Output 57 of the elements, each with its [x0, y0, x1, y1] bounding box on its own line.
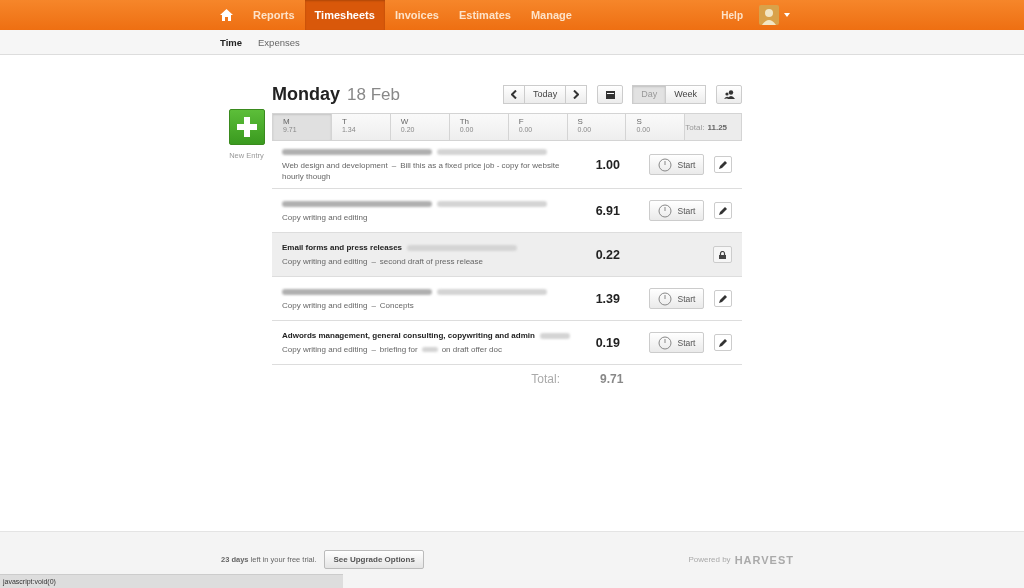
start-timer-button[interactable]: Start	[649, 200, 704, 222]
today-button[interactable]: Today	[524, 84, 567, 104]
calendar-icon	[605, 89, 615, 99]
home-icon	[220, 9, 233, 21]
powered-by-text: Powered by	[688, 555, 731, 564]
entry-description: Copy writing and editing – Concepts	[282, 299, 415, 311]
people-icon	[723, 89, 735, 99]
upgrade-button[interactable]: See Upgrade Options	[324, 550, 424, 569]
pencil-icon	[719, 160, 727, 169]
start-timer-button[interactable]: Start	[649, 332, 704, 354]
chevron-right-icon	[573, 89, 580, 99]
clock-icon	[657, 157, 672, 172]
week-total-value: 11.25	[707, 122, 728, 132]
edit-button[interactable]	[714, 290, 732, 308]
edit-button[interactable]	[714, 202, 732, 220]
caret-icon	[784, 13, 790, 17]
entry-description: Copy writing and editing	[282, 211, 369, 223]
edit-button[interactable]	[714, 334, 732, 352]
entry-description: Web design and development – Bill this as a fixed price job - copy for website hourly though	[282, 160, 561, 183]
pencil-icon	[719, 206, 727, 215]
plus-icon	[236, 117, 257, 137]
avatar-icon	[759, 5, 779, 25]
date-title: 18 Feb	[347, 84, 400, 105]
view-toggle[interactable]: Week	[665, 84, 706, 104]
next-button[interactable]	[565, 84, 588, 104]
lock-icon	[719, 250, 726, 259]
redacted-text	[421, 347, 438, 353]
week-total-label: Total:	[685, 122, 705, 132]
total-label: Total:	[531, 372, 560, 387]
edit-button[interactable]	[714, 156, 732, 174]
people-button[interactable]	[716, 84, 742, 104]
clock-icon	[657, 335, 672, 350]
calendar-button[interactable]	[597, 84, 624, 104]
entry-hours: 0.19	[594, 335, 620, 350]
clock-icon	[657, 291, 672, 306]
harvest-logo: HARVEST	[734, 553, 794, 566]
project-title: Email forms and press releases	[282, 243, 403, 253]
subnav-tab[interactable]: Expenses	[258, 36, 300, 48]
pencil-icon	[719, 294, 727, 303]
day-title: Monday	[272, 83, 340, 105]
entry-description: Copy writing and editing – second draft of press release	[282, 255, 484, 267]
start-timer-button[interactable]: Start	[649, 288, 704, 310]
project-title: Adwords management, general consulting, copywriting and admin	[282, 331, 535, 341]
start-timer-button[interactable]: Start	[649, 154, 704, 176]
entry-hours: 1.39	[594, 291, 620, 306]
entry-hours: 6.91	[594, 203, 620, 218]
pencil-icon	[719, 338, 727, 347]
total-value: 9.71	[600, 372, 625, 387]
chevron-left-icon	[511, 89, 518, 99]
clock-icon	[657, 203, 672, 218]
entry-hours: 1.00	[594, 157, 620, 172]
entry-hours: 0.22	[594, 247, 620, 262]
entry-description: Copy writing and editing – briefing for on draft offer doc	[282, 343, 503, 355]
nav-tab[interactable]: Timesheets	[304, 0, 385, 30]
previous-button[interactable]	[503, 84, 526, 104]
new-entry-button[interactable]	[228, 109, 265, 145]
subnav-tab[interactable]: Time	[220, 36, 242, 48]
